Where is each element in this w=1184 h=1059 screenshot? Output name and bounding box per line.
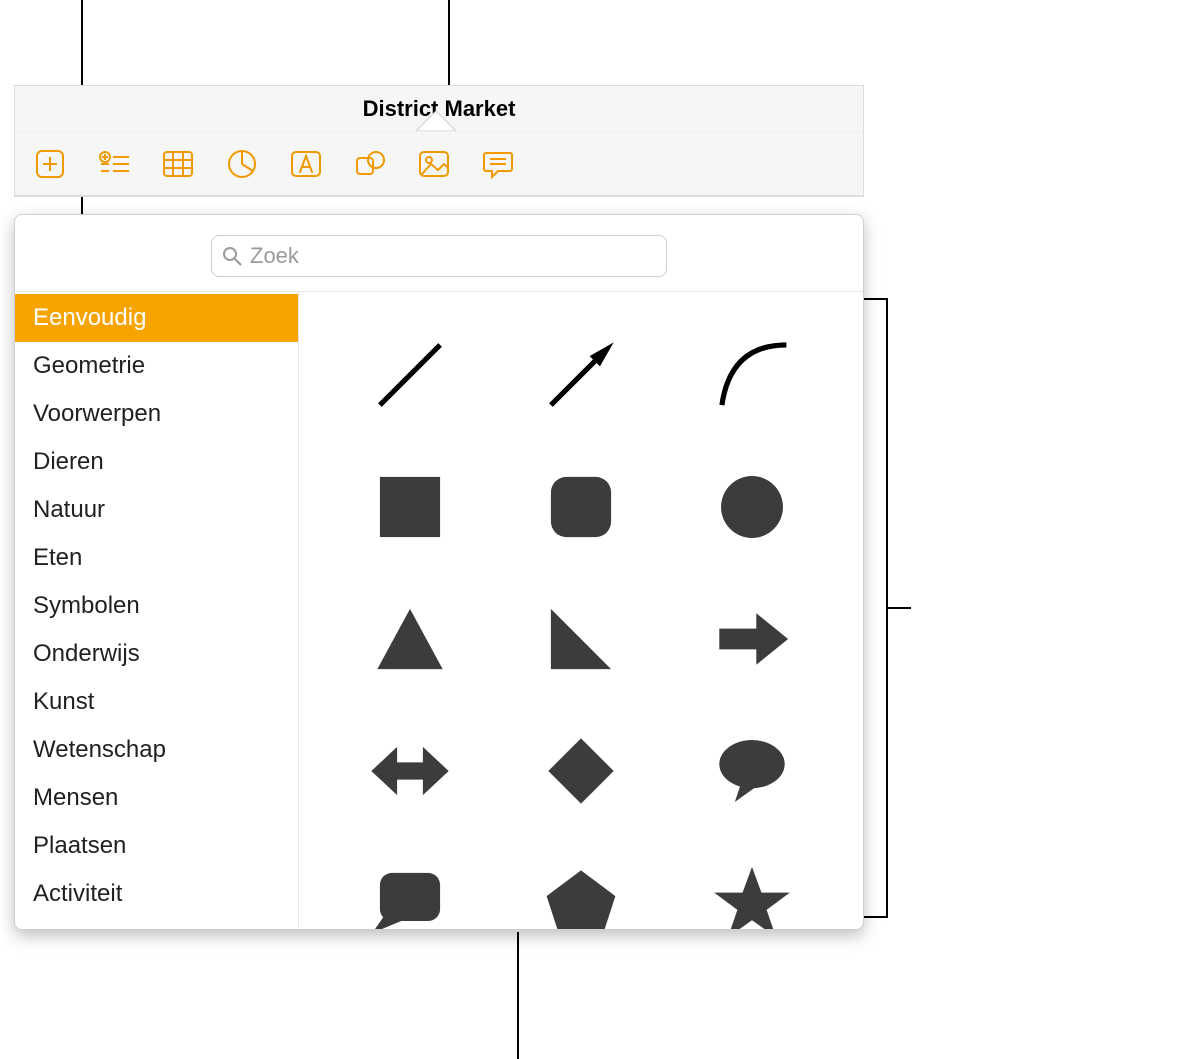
search-wrap — [15, 215, 863, 292]
search-input[interactable] — [250, 243, 656, 269]
popover-body: Eenvoudig Geometrie Voorwerpen Dieren Na… — [15, 292, 863, 928]
category-voorwerpen[interactable]: Voorwerpen — [15, 390, 298, 438]
search-field[interactable] — [211, 235, 667, 277]
text-button[interactable] — [285, 144, 327, 184]
category-natuur[interactable]: Natuur — [15, 486, 298, 534]
add-button[interactable] — [29, 144, 71, 184]
shape-quote-bubble[interactable] — [360, 853, 460, 930]
category-geometrie[interactable]: Geometrie — [15, 342, 298, 390]
shape-right-triangle[interactable] — [531, 589, 631, 689]
callout-line — [886, 607, 911, 609]
shape-curve[interactable] — [702, 325, 802, 425]
category-kunst[interactable]: Kunst — [15, 678, 298, 726]
shape-diamond[interactable] — [531, 721, 631, 821]
callout-line — [517, 932, 519, 1059]
shape-triangle[interactable] — [360, 589, 460, 689]
chart-button[interactable] — [221, 144, 263, 184]
shape-arrow-right[interactable] — [702, 589, 802, 689]
shape-grid — [299, 292, 863, 928]
shape-circle[interactable] — [702, 457, 802, 557]
table-button[interactable] — [157, 144, 199, 184]
category-activiteit[interactable]: Activiteit — [15, 870, 298, 918]
shape-pentagon[interactable] — [531, 853, 631, 930]
shape-square[interactable] — [360, 457, 460, 557]
shape-rounded-square[interactable] — [531, 457, 631, 557]
app-window: District Market — [14, 85, 864, 197]
category-wetenschap[interactable]: Wetenschap — [15, 726, 298, 774]
shape-speech-bubble[interactable] — [702, 721, 802, 821]
category-plaatsen[interactable]: Plaatsen — [15, 822, 298, 870]
category-eten[interactable]: Eten — [15, 534, 298, 582]
callout-line — [863, 916, 888, 918]
category-onderwijs[interactable]: Onderwijs — [15, 630, 298, 678]
shape-arrow-line[interactable] — [531, 325, 631, 425]
shape-star[interactable] — [702, 853, 802, 930]
shapes-popover: Eenvoudig Geometrie Voorwerpen Dieren Na… — [14, 214, 864, 930]
window-title: District Market — [15, 86, 863, 132]
list-button[interactable] — [93, 144, 135, 184]
toolbar — [15, 132, 863, 196]
shape-double-arrow[interactable] — [360, 721, 460, 821]
callout-line — [863, 298, 888, 300]
category-sidebar: Eenvoudig Geometrie Voorwerpen Dieren Na… — [15, 292, 299, 928]
media-button[interactable] — [413, 144, 455, 184]
category-eenvoudig[interactable]: Eenvoudig — [15, 294, 298, 342]
category-mensen[interactable]: Mensen — [15, 774, 298, 822]
shape-button[interactable] — [349, 144, 391, 184]
comment-button[interactable] — [477, 144, 519, 184]
category-dieren[interactable]: Dieren — [15, 438, 298, 486]
shape-line[interactable] — [360, 325, 460, 425]
category-symbolen[interactable]: Symbolen — [15, 582, 298, 630]
search-icon — [222, 246, 242, 266]
